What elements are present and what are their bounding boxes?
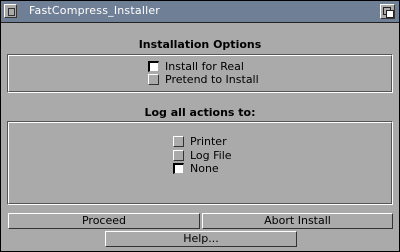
- close-icon[interactable]: [4, 4, 17, 18]
- log-actions-heading: Log all actions to:: [144, 106, 256, 119]
- proceed-button[interactable]: Proceed: [8, 213, 200, 229]
- log-file-label: Log File: [190, 148, 232, 162]
- option-pretend-to-install[interactable]: Pretend to Install: [148, 72, 259, 86]
- option-log-file[interactable]: Log File: [173, 148, 232, 162]
- option-printer[interactable]: Printer: [173, 134, 227, 148]
- printer-label: Printer: [190, 134, 227, 148]
- title-bar[interactable]: FastCompress_Installer: [1, 1, 399, 23]
- installer-window: FastCompress_Installer Installation Opti…: [0, 0, 400, 252]
- printer-checkbox[interactable]: [173, 135, 184, 147]
- depth-arrange-icon[interactable]: [380, 4, 395, 19]
- log-file-checkbox[interactable]: [173, 149, 184, 161]
- option-install-for-real[interactable]: Install for Real: [148, 59, 244, 73]
- window-title: FastCompress_Installer: [29, 4, 161, 17]
- help-button[interactable]: Help...: [105, 231, 297, 247]
- installation-options-heading: Installation Options: [138, 38, 262, 51]
- none-label: None: [190, 161, 219, 175]
- install-for-real-label: Install for Real: [165, 59, 244, 73]
- none-checkbox[interactable]: [173, 162, 184, 174]
- pretend-to-install-checkbox[interactable]: [148, 73, 159, 85]
- install-for-real-checkbox[interactable]: [148, 60, 159, 72]
- abort-install-button[interactable]: Abort Install: [202, 213, 393, 229]
- option-none[interactable]: None: [173, 161, 219, 175]
- pretend-to-install-label: Pretend to Install: [165, 72, 259, 86]
